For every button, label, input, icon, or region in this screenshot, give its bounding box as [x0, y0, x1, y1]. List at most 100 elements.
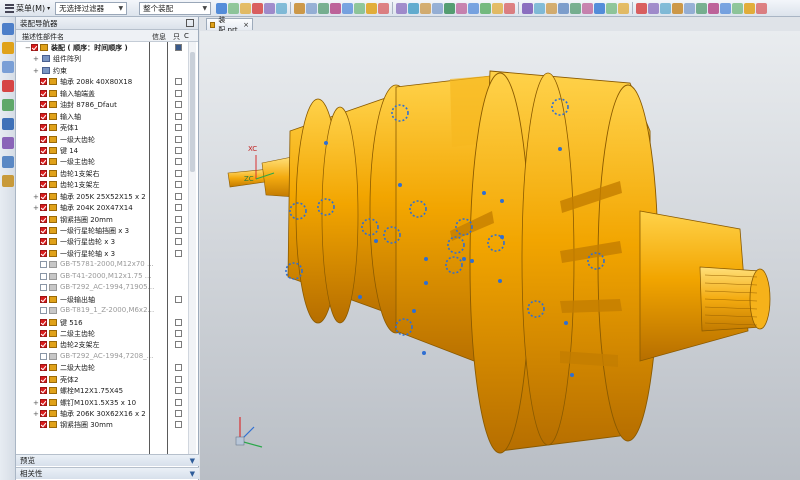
tab-assembly-prt[interactable]: 装配.prt × — [206, 16, 253, 34]
preview-section-header[interactable]: 预览 ▼ — [16, 454, 199, 466]
visibility-checkbox[interactable] — [40, 341, 47, 349]
tree-row[interactable]: + 轴承 206K 30X62X16 x 2 — [16, 408, 188, 419]
part-navigator-icon[interactable] — [1, 23, 14, 35]
tree-row[interactable]: + 约束 — [16, 65, 188, 76]
toolbar-tool-icon[interactable] — [594, 2, 606, 14]
tree-row[interactable]: + 轴承 205K 25X52X15 x 2 — [16, 191, 188, 202]
readonly-checkbox[interactable] — [175, 204, 182, 212]
toolbar-tool-icon[interactable] — [240, 2, 252, 14]
readonly-checkbox[interactable] — [175, 112, 182, 120]
readonly-checkbox[interactable] — [175, 78, 182, 86]
expand-icon[interactable]: + — [33, 67, 39, 75]
readonly-checkbox[interactable] — [175, 238, 182, 246]
column-c-header[interactable]: C — [184, 32, 189, 40]
visibility-checkbox[interactable] — [40, 146, 47, 154]
toolbar-tool-icon[interactable] — [546, 2, 558, 14]
readonly-checkbox[interactable] — [175, 135, 182, 143]
toolbar-tool-icon[interactable] — [534, 2, 546, 14]
visibility-checkbox[interactable] — [40, 364, 47, 372]
toolbar-tool-icon[interactable] — [228, 2, 240, 14]
toolbar-tool-icon[interactable] — [468, 2, 480, 14]
toolbar-tool-icon[interactable] — [732, 2, 744, 14]
assembly-navigator-icon[interactable] — [1, 42, 14, 54]
tree-row[interactable]: 油封 8786_Dfaut — [16, 99, 188, 110]
tree-row[interactable]: GB-T5781-2000,M12x70 ... — [16, 259, 188, 270]
toolbar-tool-icon[interactable] — [696, 2, 708, 14]
toolbar-tool-icon[interactable] — [720, 2, 732, 14]
tree-row[interactable]: 钢紧挡圈 30mm — [16, 419, 188, 430]
tree-row[interactable]: 输入轴端盖 — [16, 88, 188, 99]
readonly-checkbox[interactable] — [175, 329, 182, 337]
toolbar-tool-icon[interactable] — [276, 2, 288, 14]
column-name-header[interactable]: 描述性部件名 — [22, 32, 64, 42]
expand-icon[interactable]: + — [33, 55, 39, 63]
readonly-checkbox[interactable] — [175, 295, 182, 303]
visibility-checkbox[interactable] — [40, 398, 47, 406]
toolbar-tool-icon[interactable] — [522, 2, 534, 14]
visibility-checkbox[interactable] — [40, 261, 47, 269]
visibility-checkbox[interactable] — [40, 329, 47, 337]
tree-row[interactable]: 键 516 — [16, 317, 188, 328]
visibility-checkbox[interactable] — [40, 238, 47, 246]
toolbar-tool-icon[interactable] — [756, 2, 768, 14]
toolbar-tool-icon[interactable] — [396, 2, 408, 14]
visibility-checkbox[interactable] — [40, 204, 47, 212]
tree-row[interactable]: 一级行星轮轴挡圈 x 3 — [16, 225, 188, 236]
visibility-checkbox[interactable] — [40, 158, 47, 166]
readonly-checkbox[interactable] — [175, 387, 182, 395]
tree-row[interactable]: 轴承 208k 40X80X18 — [16, 76, 188, 87]
toolbar-tool-icon[interactable] — [558, 2, 570, 14]
expand-icon[interactable]: + — [33, 193, 39, 201]
close-icon[interactable]: × — [243, 21, 249, 29]
toolbar-tool-icon[interactable] — [618, 2, 630, 14]
column-readonly-header[interactable]: 只 — [173, 32, 180, 42]
toolbar-tool-icon[interactable] — [420, 2, 432, 14]
collapse-icon[interactable]: − — [25, 44, 31, 52]
related-section-header[interactable]: 相关性 ▼ — [16, 467, 199, 479]
toolbar-tool-icon[interactable] — [342, 2, 354, 14]
tree-row[interactable]: + 螺钉M10X1.5X35 x 10 — [16, 397, 188, 408]
tree-scrollbar[interactable] — [188, 42, 196, 454]
toolbar-tool-icon[interactable] — [636, 2, 648, 14]
tree-row[interactable]: 壳体2 — [16, 374, 188, 385]
toolbar-tool-icon[interactable] — [318, 2, 330, 14]
tree-row[interactable]: 一级主齿轮 — [16, 156, 188, 167]
readonly-checkbox[interactable] — [175, 227, 182, 234]
visibility-checkbox[interactable] — [40, 192, 47, 200]
readonly-checkbox[interactable] — [175, 364, 182, 372]
visibility-checkbox[interactable] — [40, 410, 47, 417]
visibility-checkbox[interactable] — [31, 44, 38, 51]
readonly-checkbox[interactable] — [175, 169, 182, 177]
tree-row[interactable]: 钢紧挡圈 20mm — [16, 214, 188, 225]
constraint-navigator-icon[interactable] — [1, 61, 14, 73]
toolbar-tool-icon[interactable] — [606, 2, 618, 14]
toolbar-tool-icon[interactable] — [306, 2, 318, 14]
readonly-checkbox[interactable] — [175, 421, 182, 429]
expand-icon[interactable]: + — [33, 204, 39, 212]
visibility-checkbox[interactable] — [40, 78, 47, 86]
visibility-checkbox[interactable] — [40, 101, 47, 109]
expand-icon[interactable]: + — [33, 399, 39, 407]
tree-row[interactable]: 齿轮2支架左 — [16, 339, 188, 350]
toolbar-tool-icon[interactable] — [456, 2, 468, 14]
toolbar-tool-icon[interactable] — [444, 2, 456, 14]
tree-row[interactable]: GB-T41-2000,M12x1.75 ... — [16, 271, 188, 282]
toolbar-tool-icon[interactable] — [264, 2, 276, 14]
visibility-checkbox[interactable] — [40, 215, 47, 223]
graphics-viewport[interactable]: XC ZC — [200, 31, 800, 480]
readonly-checkbox[interactable] — [175, 341, 182, 349]
tree-row[interactable]: − 装配 ( 顺序：时间顺序 ) — [16, 42, 188, 53]
toolbar-tool-icon[interactable] — [492, 2, 504, 14]
visibility-checkbox[interactable] — [40, 375, 47, 383]
visibility-checkbox[interactable] — [40, 284, 47, 292]
visibility-checkbox[interactable] — [40, 227, 47, 234]
tree-row[interactable]: GB-T292_AC-1994,71905... — [16, 282, 188, 293]
tree-row[interactable]: + 组件阵列 — [16, 53, 188, 64]
tree-row[interactable]: 一级行星齿轮 x 3 — [16, 236, 188, 247]
tree-row[interactable]: 螺栓M12X1.75X45 — [16, 385, 188, 396]
column-info-header[interactable]: 信息 — [152, 32, 166, 42]
toolbar-tool-icon[interactable] — [294, 2, 306, 14]
readonly-checkbox[interactable] — [175, 398, 182, 406]
tree-row[interactable]: 输入轴 — [16, 111, 188, 122]
visibility-checkbox[interactable] — [40, 249, 47, 257]
